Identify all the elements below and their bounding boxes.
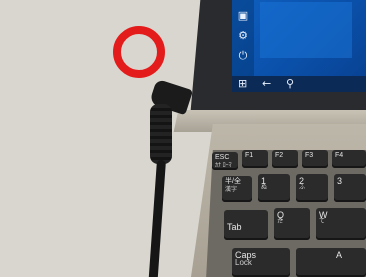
cable-strain-relief (150, 104, 172, 164)
key-label: F2 (275, 152, 284, 159)
key-sublabel: ふ (299, 185, 306, 191)
key-hankaku: 半/全 漢字 (222, 176, 252, 202)
key-esc: ESC ｶﾅ ﾛｰﾏ (212, 152, 238, 170)
key-sublabel: ｶﾅ ﾛｰﾏ (215, 163, 232, 169)
key-sublabel: て (319, 219, 326, 225)
key-f2: F2 (272, 150, 298, 168)
key-f4: F4 (332, 150, 366, 168)
back-arrow-icon: ← (262, 77, 272, 90)
key-label: Tab (227, 222, 242, 232)
key-label: A (336, 250, 343, 260)
key-a: A (296, 248, 366, 277)
windows-logo-icon: ⊞ (238, 77, 248, 90)
key-f1: F1 (242, 150, 268, 168)
search-icon: ⚲ (286, 77, 295, 90)
key-tab: Tab (224, 210, 268, 240)
key-caps-lock: Caps Lock (232, 248, 290, 277)
key-sublabel: た (277, 219, 284, 225)
power-icon: ⏻ (238, 49, 248, 62)
red-circle-annotation (113, 26, 165, 78)
key-sublabel: 漢字 (225, 187, 238, 193)
key-1: 1 ぬ (258, 174, 290, 202)
key-label: F1 (245, 152, 254, 159)
start-tile (260, 2, 352, 58)
key-w: W て (316, 208, 366, 240)
key-label: ESC (215, 154, 230, 161)
key-sublabel: ぬ (261, 185, 268, 191)
settings-icon: ⚙ (238, 29, 248, 42)
key-sublabel: Lock (235, 258, 252, 267)
key-label: F3 (305, 152, 314, 159)
taskbar: ⊞ ← ⚲ (232, 76, 366, 92)
start-menu: ▣ ⚙ ⏻ (232, 0, 254, 78)
key-label: 3 (337, 176, 343, 186)
image-icon: ▣ (237, 9, 249, 22)
key-q: Q た (274, 208, 310, 240)
photo-scene: ▣ ⚙ ⏻ ⊞ ← ⚲ ESC ｶﾅ ﾛｰﾏ F1 F2 F3 F4 半/全 漢… (0, 0, 366, 277)
key-f3: F3 (302, 150, 328, 168)
key-2: 2 ふ (296, 174, 328, 202)
power-cable (147, 159, 166, 277)
key-label: 半/全 (225, 178, 241, 185)
key-3: 3 (334, 174, 366, 202)
windows-screen: ▣ ⚙ ⏻ ⊞ ← ⚲ (232, 0, 366, 92)
key-label: F4 (335, 152, 344, 159)
